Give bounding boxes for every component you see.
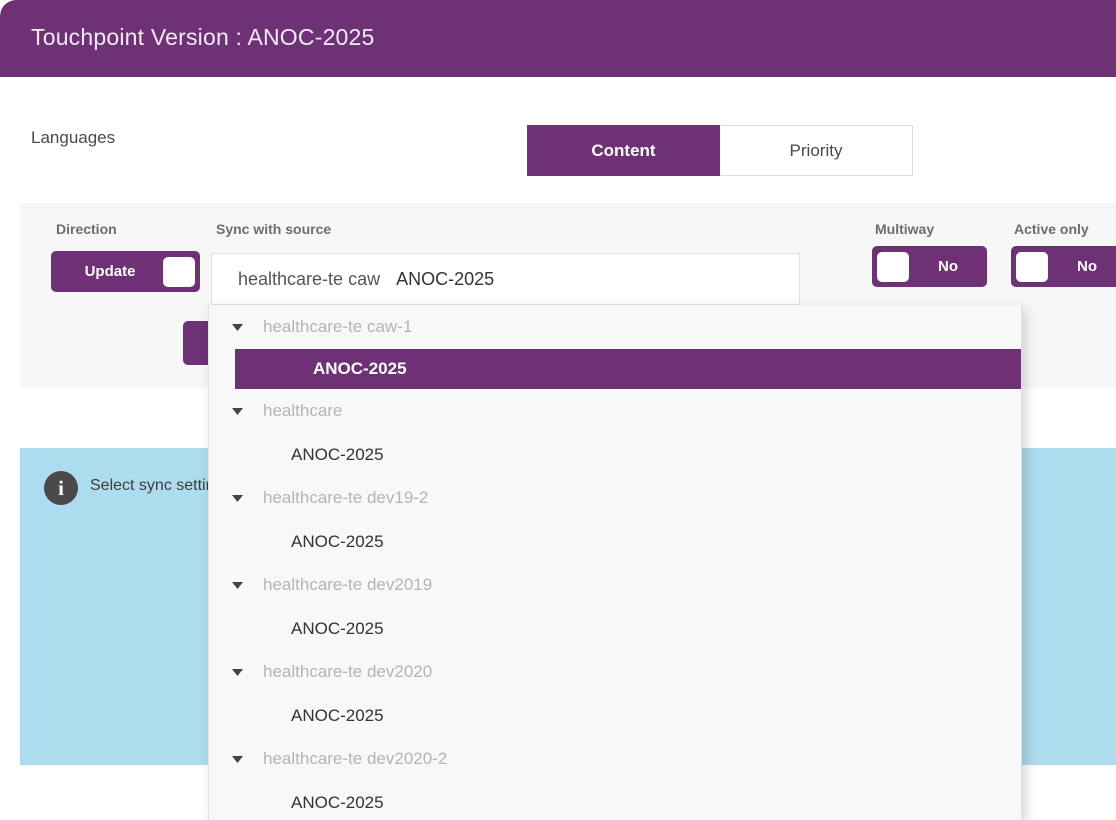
dropdown-item[interactable]: ANOC-2025 <box>209 607 1021 650</box>
app-window: Touchpoint Version : ANOC-2025 Content P… <box>0 0 1116 820</box>
info-banner-text: Select sync setting <box>90 477 224 494</box>
multiway-toggle[interactable]: No <box>872 246 987 287</box>
dropdown-group[interactable]: healthcare <box>209 389 1021 433</box>
sync-with-source-input[interactable]: healthcare-te caw ANOC-2025 <box>211 253 800 305</box>
info-icon: i <box>44 471 78 505</box>
multiway-toggle-label: No <box>938 258 958 275</box>
active-only-toggle[interactable]: No <box>1011 246 1116 287</box>
tab-content[interactable]: Content <box>527 125 720 176</box>
tab-priority[interactable]: Priority <box>720 125 913 176</box>
dropdown-group[interactable]: healthcare-te dev2019 <box>209 563 1021 607</box>
direction-toggle[interactable]: Update <box>51 251 200 292</box>
multiway-toggle-knob <box>877 251 909 282</box>
dropdown-item[interactable]: ANOC-2025 <box>209 694 1021 737</box>
title-bar: Touchpoint Version : ANOC-2025 <box>0 0 1116 77</box>
chevron-down-icon[interactable] <box>229 403 245 419</box>
active-only-toggle-knob <box>1016 251 1048 282</box>
dropdown-group[interactable]: healthcare-te dev2020-2 <box>209 737 1021 781</box>
chevron-down-icon[interactable] <box>229 577 245 593</box>
multiway-label: Multiway <box>875 221 935 237</box>
sync-with-source-label: Sync with source <box>216 221 332 237</box>
direction-label: Direction <box>56 221 117 237</box>
chevron-down-icon[interactable] <box>229 490 245 506</box>
direction-toggle-knob <box>163 256 195 287</box>
dropdown-group-label: healthcare-te caw-1 <box>263 317 413 336</box>
tab-bar: Content Priority <box>527 125 913 176</box>
dropdown-group-label: healthcare-te dev2020 <box>263 662 433 681</box>
dropdown-item[interactable]: ANOC-2025 <box>209 520 1021 563</box>
active-only-label: Active only <box>1014 221 1089 237</box>
sync-version-value: ANOC-2025 <box>396 268 495 289</box>
active-only-toggle-label: No <box>1077 258 1097 275</box>
dropdown-group-label: healthcare-te dev19-2 <box>263 488 429 507</box>
dropdown-group-label: healthcare <box>263 401 343 420</box>
languages-label: Languages <box>31 128 116 147</box>
dropdown-item[interactable]: ANOC-2025 <box>209 433 1021 476</box>
chevron-down-icon[interactable] <box>229 319 245 335</box>
dropdown-group[interactable]: healthcare-te dev2020 <box>209 650 1021 694</box>
page-title: Touchpoint Version : ANOC-2025 <box>31 24 375 50</box>
dropdown-group[interactable]: healthcare-te dev19-2 <box>209 476 1021 520</box>
dropdown-group-label: healthcare-te dev2020-2 <box>263 749 448 768</box>
dropdown-group[interactable]: healthcare-te caw-1 <box>209 305 1021 349</box>
dropdown-item[interactable]: ANOC-2025 <box>209 781 1021 820</box>
dropdown-item[interactable]: ANOC-2025 <box>235 349 1021 389</box>
chevron-down-icon[interactable] <box>229 664 245 680</box>
direction-toggle-label: Update <box>84 263 136 280</box>
chevron-down-icon[interactable] <box>229 751 245 767</box>
sync-source-value: healthcare-te caw <box>238 268 381 289</box>
sync-source-dropdown[interactable]: healthcare-te caw-1 ANOC-2025 healthcare… <box>208 305 1022 820</box>
dropdown-group-label: healthcare-te dev2019 <box>263 575 433 594</box>
